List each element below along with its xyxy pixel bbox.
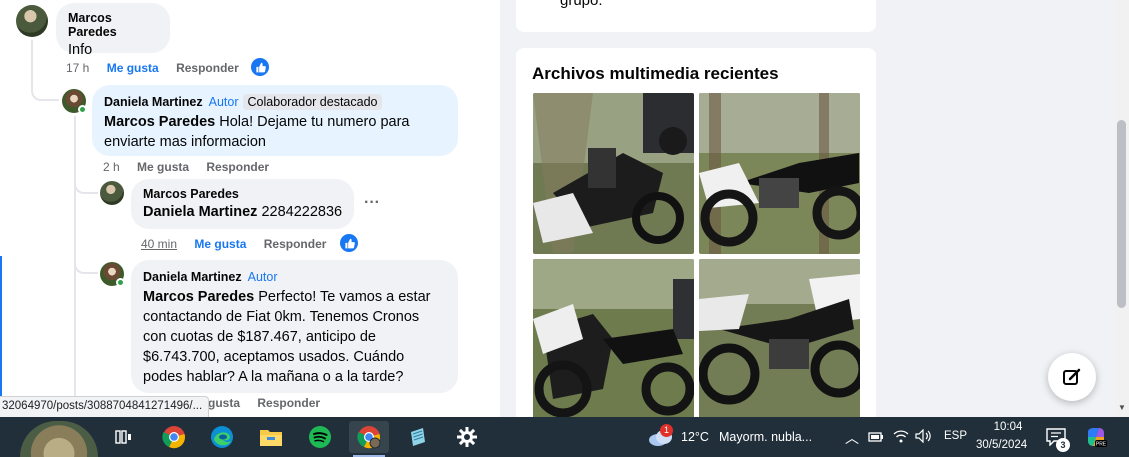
notepad-icon[interactable] bbox=[398, 421, 438, 453]
thumbs-up-icon[interactable] bbox=[340, 234, 358, 252]
comment-time[interactable]: 2 h bbox=[103, 160, 120, 174]
reply-button[interactable]: Responder bbox=[264, 237, 327, 251]
comments-panel: Marcos Paredes Info 17 h Me gusta Respon… bbox=[0, 0, 500, 417]
page-scrollbar[interactable]: ▼ bbox=[1115, 0, 1129, 417]
wifi-icon[interactable] bbox=[893, 429, 909, 448]
weather-badge: 1 bbox=[660, 424, 673, 437]
mention-link[interactable]: Marcos Paredes bbox=[143, 289, 254, 305]
avatar-marcos[interactable] bbox=[16, 5, 48, 37]
media-thumbnail[interactable] bbox=[699, 93, 860, 254]
battery-icon[interactable] bbox=[868, 430, 884, 448]
comment-author[interactable]: Daniela Martinez bbox=[143, 270, 242, 284]
show-hidden-icons-chevron-icon[interactable]: ︿ bbox=[845, 428, 859, 448]
avatar-marcos[interactable] bbox=[100, 181, 124, 205]
focus-indicator bbox=[0, 256, 2, 417]
task-view-icon[interactable] bbox=[104, 421, 144, 453]
comment-author[interactable]: Marcos Paredes bbox=[143, 187, 342, 201]
author-badge: Autor bbox=[208, 95, 239, 109]
comment-author[interactable]: Daniela Martinez bbox=[104, 95, 203, 109]
comment-actions-3: 40 min Me gusta Responder bbox=[141, 237, 340, 251]
chrome-profile-icon[interactable] bbox=[349, 421, 389, 453]
mention-link[interactable]: Marcos Paredes bbox=[104, 114, 215, 130]
notification-count-badge: 3 bbox=[1056, 438, 1070, 452]
comment-time[interactable]: 40 min bbox=[141, 237, 177, 251]
copilot-icon[interactable]: PRE bbox=[1085, 426, 1107, 453]
chrome-icon[interactable] bbox=[154, 421, 194, 453]
recent-media-card: Archivos multimedia recientes bbox=[516, 48, 876, 417]
mention-link[interactable]: Daniela Martinez bbox=[143, 204, 257, 220]
comment-bubble-1: Marcos Paredes Info bbox=[56, 3, 170, 58]
comment-actions-1: 17 h Me gusta Responder bbox=[66, 61, 253, 75]
group-info-card: grupo. bbox=[516, 0, 876, 32]
scroll-down-arrow-icon[interactable]: ▼ bbox=[1118, 403, 1126, 412]
comment-bubble-3: Marcos Paredes Daniela Martinez 22842228… bbox=[131, 179, 354, 229]
comment-text: Info bbox=[68, 42, 93, 58]
input-language[interactable]: ESP bbox=[944, 430, 967, 442]
comment-actions-2: 2 h Me gusta Responder bbox=[103, 160, 283, 174]
thread-connector bbox=[74, 252, 98, 274]
file-explorer-icon[interactable] bbox=[251, 421, 291, 453]
reply-button[interactable]: Responder bbox=[176, 61, 239, 75]
comment-author[interactable]: Marcos Paredes bbox=[68, 11, 158, 39]
thumbs-up-icon[interactable] bbox=[251, 58, 269, 76]
like-button[interactable]: Me gusta bbox=[194, 237, 246, 251]
thread-connector bbox=[31, 80, 59, 101]
author-badge: Autor bbox=[247, 270, 278, 284]
media-thumbnail[interactable] bbox=[699, 259, 860, 417]
media-thumbnail[interactable] bbox=[533, 259, 694, 417]
new-message-button[interactable] bbox=[1048, 353, 1096, 401]
clock-time[interactable]: 10:04 bbox=[988, 421, 1028, 433]
spotify-icon[interactable] bbox=[300, 421, 340, 453]
clock-date[interactable]: 30/5/2024 bbox=[976, 439, 1027, 451]
comment-actions-4: Me gusta Responder bbox=[188, 396, 334, 410]
link-status-url: 32064970/posts/3088704841271496/... bbox=[0, 396, 210, 417]
weather-description[interactable]: Mayorm. nubla... bbox=[719, 430, 812, 444]
comment-text: Marcos Paredes Perfecto! Te vamos a esta… bbox=[143, 287, 446, 387]
like-button[interactable]: Me gusta bbox=[107, 61, 159, 75]
recent-media-title[interactable]: Archivos multimedia recientes bbox=[532, 64, 779, 84]
scrollbar-thumb[interactable] bbox=[1117, 120, 1126, 308]
reply-button[interactable]: Responder bbox=[206, 160, 269, 174]
online-status-icon bbox=[78, 105, 87, 114]
like-button[interactable]: Me gusta bbox=[137, 160, 189, 174]
more-options-icon[interactable]: ··· bbox=[364, 194, 380, 212]
volume-icon[interactable] bbox=[915, 428, 933, 448]
widgets-icon[interactable] bbox=[20, 421, 98, 457]
media-thumbnail[interactable] bbox=[533, 93, 694, 254]
online-status-icon bbox=[116, 278, 125, 287]
compose-icon bbox=[1063, 368, 1081, 385]
comment-bubble-2: Daniela Martinez Autor Colaborador destaca… bbox=[92, 85, 458, 156]
weather-temp[interactable]: 12°C bbox=[681, 430, 709, 444]
edge-icon[interactable] bbox=[202, 421, 242, 453]
windows-taskbar: 1 12°C Mayorm. nubla... ︿ ESP 10:04 30/5… bbox=[0, 417, 1129, 457]
thread-connector bbox=[74, 172, 98, 194]
comment-body: 2284222836 bbox=[261, 204, 343, 220]
settings-icon[interactable] bbox=[447, 421, 487, 453]
comment-bubble-4: Daniela Martinez Autor Marcos Paredes Per… bbox=[131, 260, 458, 393]
group-info-text: grupo. bbox=[560, 0, 603, 9]
comment-text: Marcos Paredes Hola! Dejame tu numero pa… bbox=[104, 112, 446, 152]
comment-text: Daniela Martinez 2284222836 bbox=[143, 202, 342, 222]
top-contributor-badge: Colaborador destacado bbox=[242, 94, 383, 110]
svg-text:PRE: PRE bbox=[1096, 442, 1107, 448]
comment-time[interactable]: 17 h bbox=[66, 61, 89, 75]
right-column: grupo. Archivos multimedia recientes ▼ bbox=[500, 0, 1129, 417]
reply-button[interactable]: Responder bbox=[257, 396, 320, 410]
